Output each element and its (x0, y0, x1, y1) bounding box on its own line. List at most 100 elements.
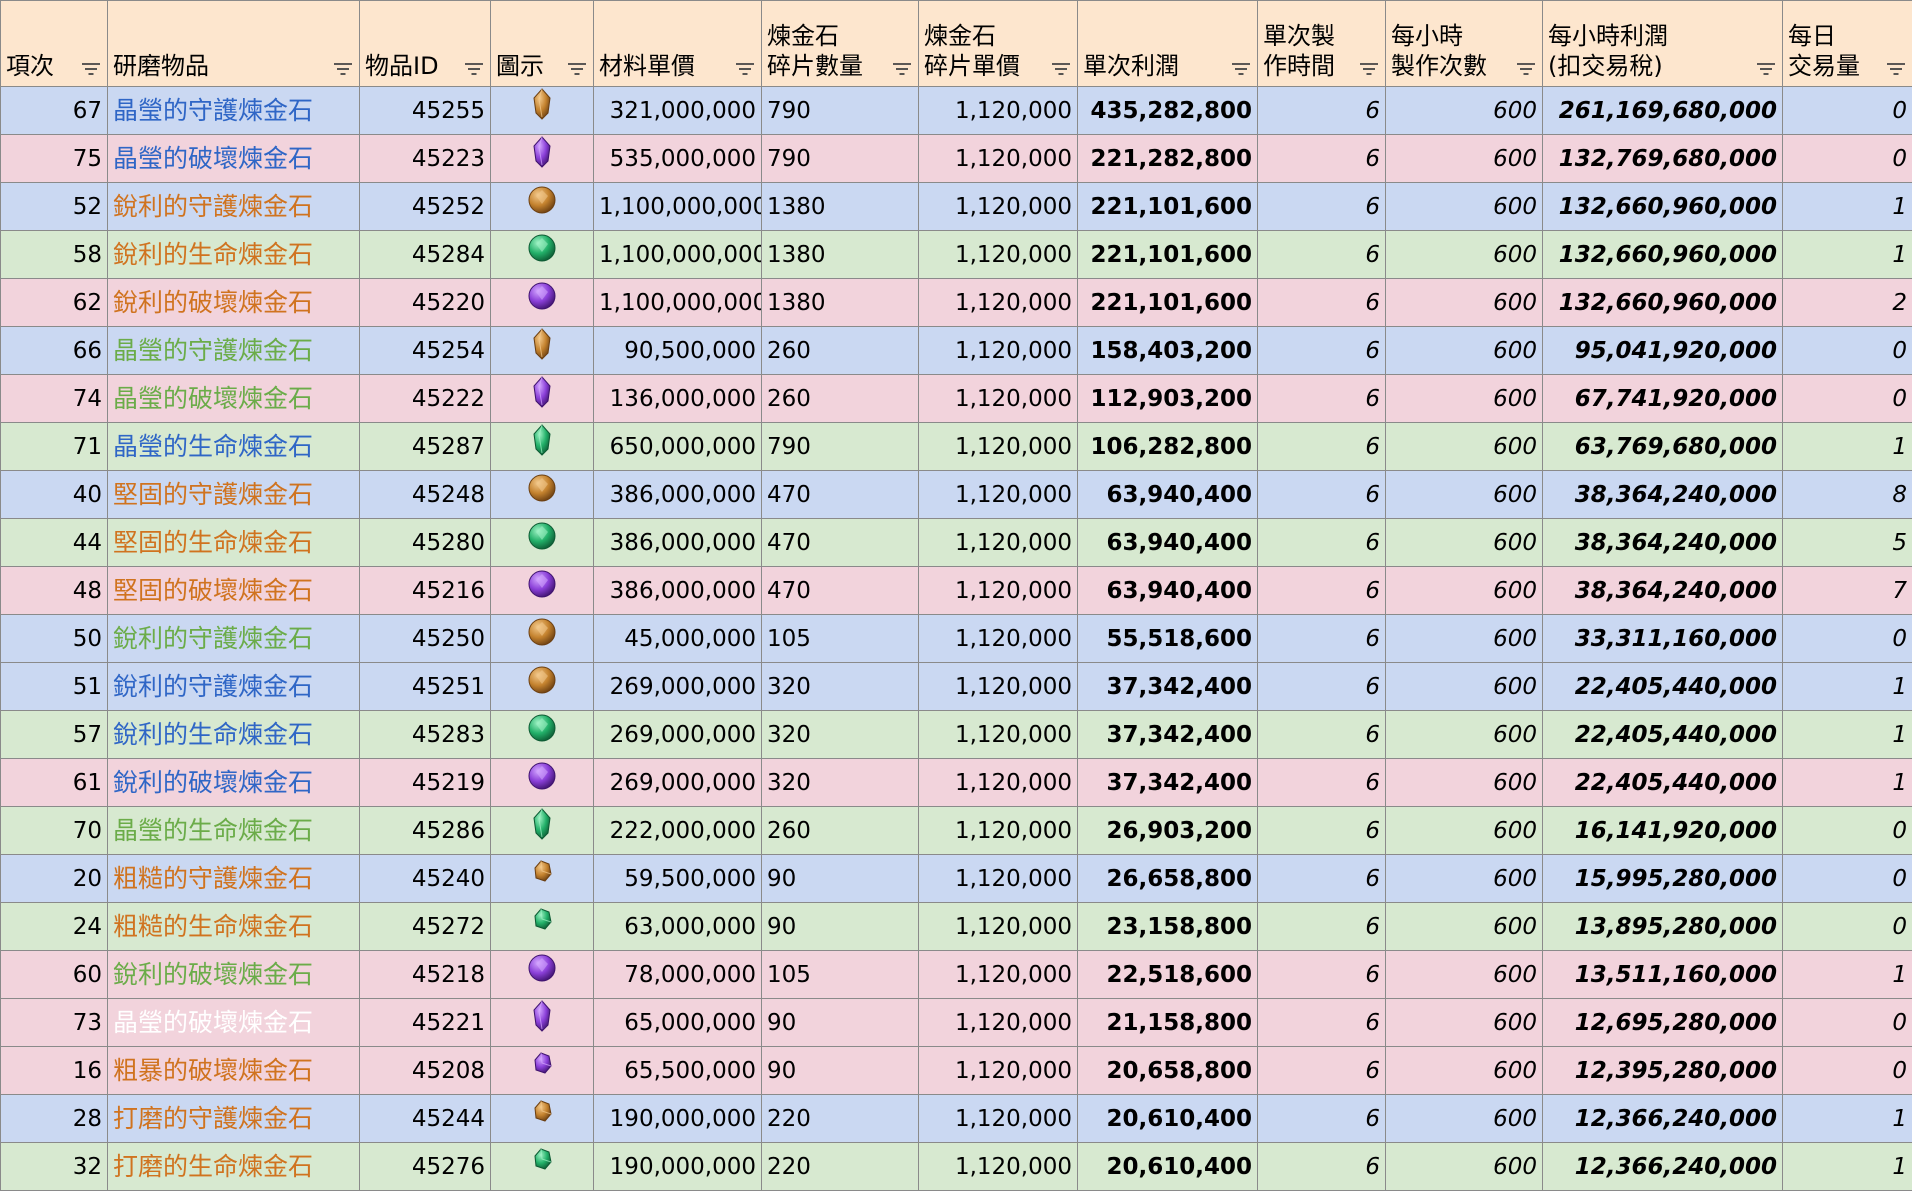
cell-per-hour[interactable]: 600 (1386, 519, 1543, 567)
cell-craft-time[interactable]: 6 (1258, 327, 1386, 375)
cell-daily-volume[interactable]: 0 (1783, 855, 1912, 903)
cell-icon[interactable] (491, 375, 594, 423)
cell-shard-qty[interactable]: 320 (762, 663, 919, 711)
cell-shard-price[interactable]: 1,120,000 (919, 135, 1078, 183)
cell-item-name[interactable]: 晶瑩的生命煉金石 (108, 423, 360, 471)
cell-per-hour[interactable]: 600 (1386, 375, 1543, 423)
cell-seq[interactable]: 73 (1, 999, 108, 1047)
filter-icon[interactable] (1359, 62, 1379, 76)
cell-item-name[interactable]: 打磨的生命煉金石 (108, 1143, 360, 1191)
cell-material-price[interactable]: 136,000,000 (594, 375, 762, 423)
cell-shard-qty[interactable]: 470 (762, 471, 919, 519)
cell-per-hour[interactable]: 600 (1386, 183, 1543, 231)
cell-hour-profit[interactable]: 16,141,920,000 (1543, 807, 1783, 855)
cell-daily-volume[interactable]: 0 (1783, 375, 1912, 423)
cell-hour-profit[interactable]: 13,511,160,000 (1543, 951, 1783, 999)
cell-item-name[interactable]: 堅固的守護煉金石 (108, 471, 360, 519)
column-header-mat[interactable]: 材料單價 (594, 1, 762, 87)
cell-per-hour[interactable]: 600 (1386, 1047, 1543, 1095)
cell-item-id[interactable]: 45250 (360, 615, 491, 663)
cell-profit[interactable]: 22,518,600 (1078, 951, 1258, 999)
cell-hour-profit[interactable]: 12,366,240,000 (1543, 1143, 1783, 1191)
cell-seq[interactable]: 52 (1, 183, 108, 231)
cell-seq[interactable]: 71 (1, 423, 108, 471)
cell-hour-profit[interactable]: 132,660,960,000 (1543, 183, 1783, 231)
cell-item-id[interactable]: 45276 (360, 1143, 491, 1191)
cell-material-price[interactable]: 1,100,000,000 (594, 279, 762, 327)
cell-shard-qty[interactable]: 260 (762, 807, 919, 855)
cell-profit[interactable]: 21,158,800 (1078, 999, 1258, 1047)
cell-daily-volume[interactable]: 1 (1783, 711, 1912, 759)
cell-craft-time[interactable]: 6 (1258, 567, 1386, 615)
cell-shard-price[interactable]: 1,120,000 (919, 999, 1078, 1047)
cell-icon[interactable] (491, 327, 594, 375)
cell-hour-profit[interactable]: 63,769,680,000 (1543, 423, 1783, 471)
filter-icon[interactable] (892, 62, 912, 76)
cell-daily-volume[interactable]: 7 (1783, 567, 1912, 615)
cell-item-name[interactable]: 堅固的生命煉金石 (108, 519, 360, 567)
cell-hour-profit[interactable]: 15,995,280,000 (1543, 855, 1783, 903)
cell-shard-qty[interactable]: 90 (762, 999, 919, 1047)
cell-per-hour[interactable]: 600 (1386, 759, 1543, 807)
cell-profit[interactable]: 37,342,400 (1078, 759, 1258, 807)
cell-shard-qty[interactable]: 90 (762, 855, 919, 903)
cell-per-hour[interactable]: 600 (1386, 1095, 1543, 1143)
column-header-icon[interactable]: 圖示 (491, 1, 594, 87)
cell-craft-time[interactable]: 6 (1258, 1095, 1386, 1143)
cell-shard-qty[interactable]: 1380 (762, 279, 919, 327)
cell-hour-profit[interactable]: 261,169,680,000 (1543, 87, 1783, 135)
cell-item-id[interactable]: 45284 (360, 231, 491, 279)
cell-hour-profit[interactable]: 132,660,960,000 (1543, 279, 1783, 327)
cell-craft-time[interactable]: 6 (1258, 231, 1386, 279)
cell-seq[interactable]: 66 (1, 327, 108, 375)
cell-profit[interactable]: 37,342,400 (1078, 663, 1258, 711)
cell-seq[interactable]: 62 (1, 279, 108, 327)
cell-icon[interactable] (491, 231, 594, 279)
cell-item-name[interactable]: 晶瑩的破壞煉金石 (108, 999, 360, 1047)
cell-hour-profit[interactable]: 12,395,280,000 (1543, 1047, 1783, 1095)
cell-craft-time[interactable]: 6 (1258, 999, 1386, 1047)
cell-material-price[interactable]: 386,000,000 (594, 471, 762, 519)
cell-shard-price[interactable]: 1,120,000 (919, 615, 1078, 663)
cell-daily-volume[interactable]: 1 (1783, 951, 1912, 999)
cell-profit[interactable]: 112,903,200 (1078, 375, 1258, 423)
cell-profit[interactable]: 55,518,600 (1078, 615, 1258, 663)
cell-craft-time[interactable]: 6 (1258, 759, 1386, 807)
cell-icon[interactable] (491, 423, 594, 471)
cell-item-id[interactable]: 45272 (360, 903, 491, 951)
cell-per-hour[interactable]: 600 (1386, 423, 1543, 471)
cell-shard-price[interactable]: 1,120,000 (919, 375, 1078, 423)
cell-material-price[interactable]: 386,000,000 (594, 519, 762, 567)
cell-hour-profit[interactable]: 67,741,920,000 (1543, 375, 1783, 423)
cell-item-id[interactable]: 45216 (360, 567, 491, 615)
cell-item-name[interactable]: 銳利的破壞煉金石 (108, 279, 360, 327)
cell-craft-time[interactable]: 6 (1258, 663, 1386, 711)
cell-shard-price[interactable]: 1,120,000 (919, 807, 1078, 855)
cell-material-price[interactable]: 535,000,000 (594, 135, 762, 183)
cell-per-hour[interactable]: 600 (1386, 951, 1543, 999)
filter-icon[interactable] (1231, 62, 1251, 76)
cell-icon[interactable] (491, 567, 594, 615)
cell-craft-time[interactable]: 6 (1258, 711, 1386, 759)
cell-daily-volume[interactable]: 1 (1783, 231, 1912, 279)
cell-shard-price[interactable]: 1,120,000 (919, 87, 1078, 135)
cell-icon[interactable] (491, 471, 594, 519)
column-header-daily[interactable]: 每日交易量 (1783, 1, 1912, 87)
cell-shard-price[interactable]: 1,120,000 (919, 471, 1078, 519)
cell-shard-qty[interactable]: 790 (762, 87, 919, 135)
cell-item-id[interactable]: 45254 (360, 327, 491, 375)
cell-shard-qty[interactable]: 220 (762, 1143, 919, 1191)
cell-material-price[interactable]: 65,000,000 (594, 999, 762, 1047)
filter-icon[interactable] (1756, 62, 1776, 76)
cell-icon[interactable] (491, 135, 594, 183)
cell-item-id[interactable]: 45220 (360, 279, 491, 327)
cell-profit[interactable]: 435,282,800 (1078, 87, 1258, 135)
cell-per-hour[interactable]: 600 (1386, 999, 1543, 1047)
cell-item-name[interactable]: 銳利的守護煉金石 (108, 183, 360, 231)
cell-seq[interactable]: 48 (1, 567, 108, 615)
cell-item-name[interactable]: 晶瑩的破壞煉金石 (108, 135, 360, 183)
column-header-per_hour[interactable]: 每小時製作次數 (1386, 1, 1543, 87)
cell-material-price[interactable]: 63,000,000 (594, 903, 762, 951)
cell-item-id[interactable]: 45219 (360, 759, 491, 807)
cell-shard-qty[interactable]: 90 (762, 903, 919, 951)
